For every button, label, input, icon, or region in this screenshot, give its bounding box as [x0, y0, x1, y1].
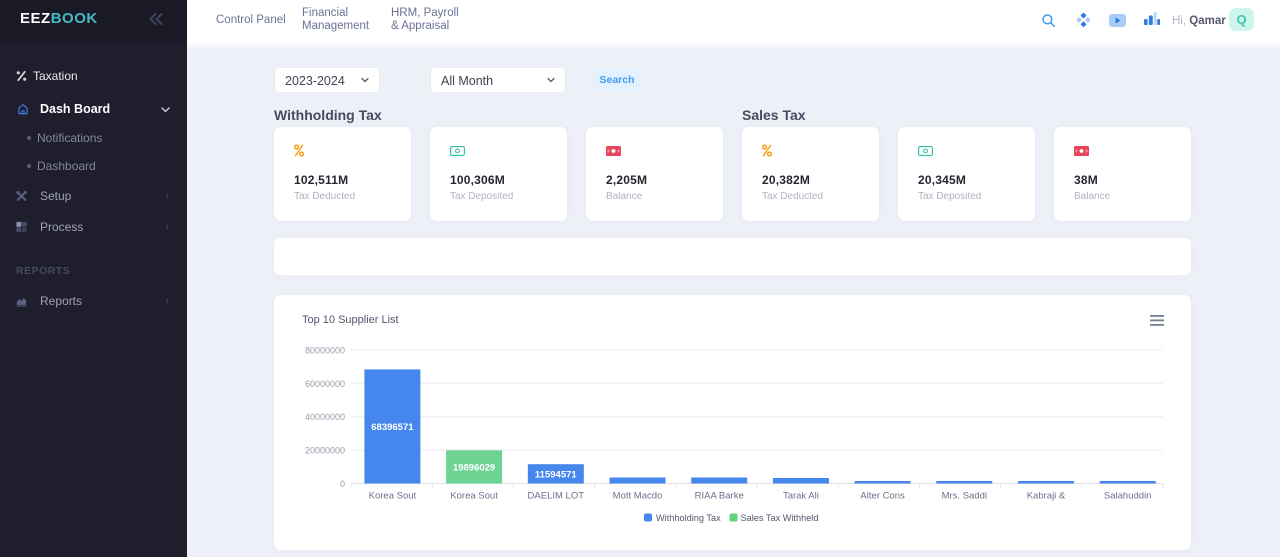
svg-text:Kabraji &: Kabraji &: [1027, 491, 1066, 502]
svg-text:20000000: 20000000: [305, 446, 345, 456]
svg-text:68396571: 68396571: [371, 422, 414, 433]
svg-text:60000000: 60000000: [305, 379, 345, 389]
svg-text:RIAA Barke: RIAA Barke: [695, 491, 744, 502]
svg-text:80000000: 80000000: [305, 345, 345, 355]
svg-text:Alter Cons: Alter Cons: [860, 491, 905, 502]
svg-text:11594571: 11594571: [535, 469, 577, 480]
svg-text:Salahuddin: Salahuddin: [1104, 491, 1152, 502]
svg-text:DAELIM LOT: DAELIM LOT: [528, 491, 585, 502]
svg-text:19896029: 19896029: [453, 462, 495, 473]
svg-text:Sales Tax Withheld: Sales Tax Withheld: [741, 513, 819, 523]
svg-text:Mott Macdo: Mott Macdo: [613, 491, 663, 502]
svg-text:Withholding Tax: Withholding Tax: [656, 513, 721, 523]
svg-text:Korea Sout: Korea Sout: [369, 491, 417, 502]
svg-text:40000000: 40000000: [305, 412, 345, 422]
svg-text:Korea Sout: Korea Sout: [450, 491, 498, 502]
svg-text:0: 0: [340, 479, 345, 489]
svg-text:Tarak Ali: Tarak Ali: [783, 491, 819, 502]
svg-text:Mrs. Saddi: Mrs. Saddi: [942, 491, 987, 502]
